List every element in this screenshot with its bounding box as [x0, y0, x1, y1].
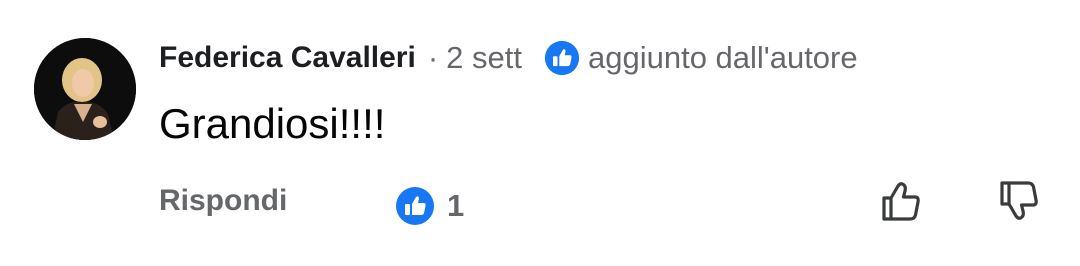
author-badge: aggiunto dall'autore — [587, 40, 858, 75]
thumbs-up-circle-icon — [395, 186, 435, 226]
reply-button[interactable]: Rispondi — [159, 184, 287, 218]
reaction-count: 1 — [447, 188, 465, 223]
thumbs-up-outline-icon — [878, 178, 924, 224]
author-name[interactable]: Federica Cavalleri — [159, 41, 416, 75]
thumbs-up-circle-icon — [544, 40, 580, 76]
timestamp[interactable]: 2 sett — [446, 40, 522, 76]
thumbs-down-outline-icon — [996, 178, 1042, 224]
downvote-button[interactable] — [996, 178, 1042, 224]
comment-header: Federica Cavalleri · 2 sett aggiunto dal… — [159, 36, 858, 80]
comment-item: Federica Cavalleri · 2 sett aggiunto dal… — [0, 0, 1080, 266]
separator-dot: · — [427, 40, 439, 75]
reaction-summary[interactable]: 1 — [395, 186, 464, 226]
avatar[interactable] — [34, 38, 136, 140]
comment-body: Grandiosi!!!! — [159, 100, 386, 147]
upvote-button[interactable] — [878, 178, 924, 224]
